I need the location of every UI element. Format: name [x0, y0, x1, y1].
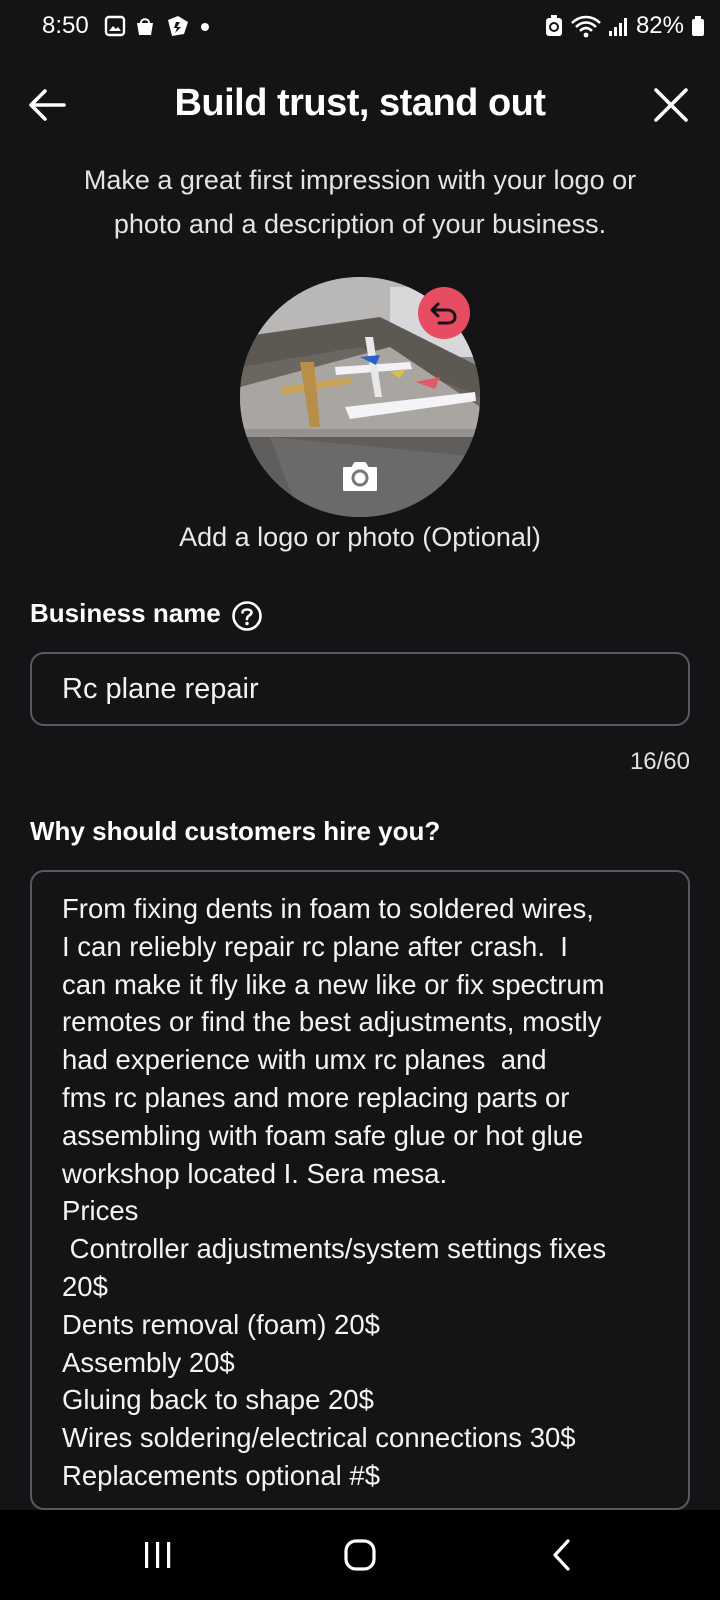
question-circle-icon[interactable]	[231, 600, 263, 632]
header: Build trust, stand out	[0, 70, 720, 140]
nav-back-icon	[553, 1539, 570, 1571]
photo-caption: Add a logo or photo (Optional)	[179, 522, 541, 552]
signal-icon	[608, 18, 627, 36]
recents-button[interactable]	[128, 1532, 188, 1578]
wifi-icon	[571, 15, 601, 38]
status-notification-icons	[104, 14, 212, 38]
navigation-bar	[0, 1510, 720, 1600]
dot-icon	[201, 23, 209, 31]
why-hire-label: Why should customers hire you?	[30, 816, 441, 846]
home-icon	[344, 1539, 376, 1571]
close-icon	[654, 88, 688, 122]
business-name-input[interactable]: Rc plane repair	[30, 652, 690, 726]
home-button[interactable]	[330, 1532, 390, 1578]
battery-icon	[692, 16, 704, 36]
why-hire-textarea[interactable]: From fixing dents in foam to soldered wi…	[30, 870, 690, 1510]
business-name-label: Business name	[30, 598, 221, 628]
battery-saver-icon	[545, 15, 562, 36]
page-title: Build trust, stand out	[174, 82, 546, 124]
business-name-char-count: 16/60	[629, 748, 690, 775]
camera-icon[interactable]	[340, 458, 380, 494]
intro-text: Make a great first impression with your …	[40, 158, 680, 246]
shield-bolt-icon	[168, 16, 188, 36]
undo-icon	[430, 302, 457, 325]
intro-line-2: photo and a description of your business…	[113, 209, 607, 239]
nav-back-button[interactable]	[532, 1532, 592, 1578]
recents-icon	[145, 1542, 171, 1568]
status-time: 8:50	[42, 12, 89, 39]
intro-line-1: Make a great first impression with your …	[83, 165, 637, 195]
status-bar: 8:50 82%	[0, 0, 720, 54]
bag-icon	[137, 18, 153, 35]
close-button[interactable]	[648, 82, 694, 128]
undo-photo-button[interactable]	[418, 287, 470, 339]
status-system-icons: 82%	[544, 12, 706, 40]
image-icon	[104, 15, 126, 37]
battery-percentage: 82%	[635, 12, 684, 39]
